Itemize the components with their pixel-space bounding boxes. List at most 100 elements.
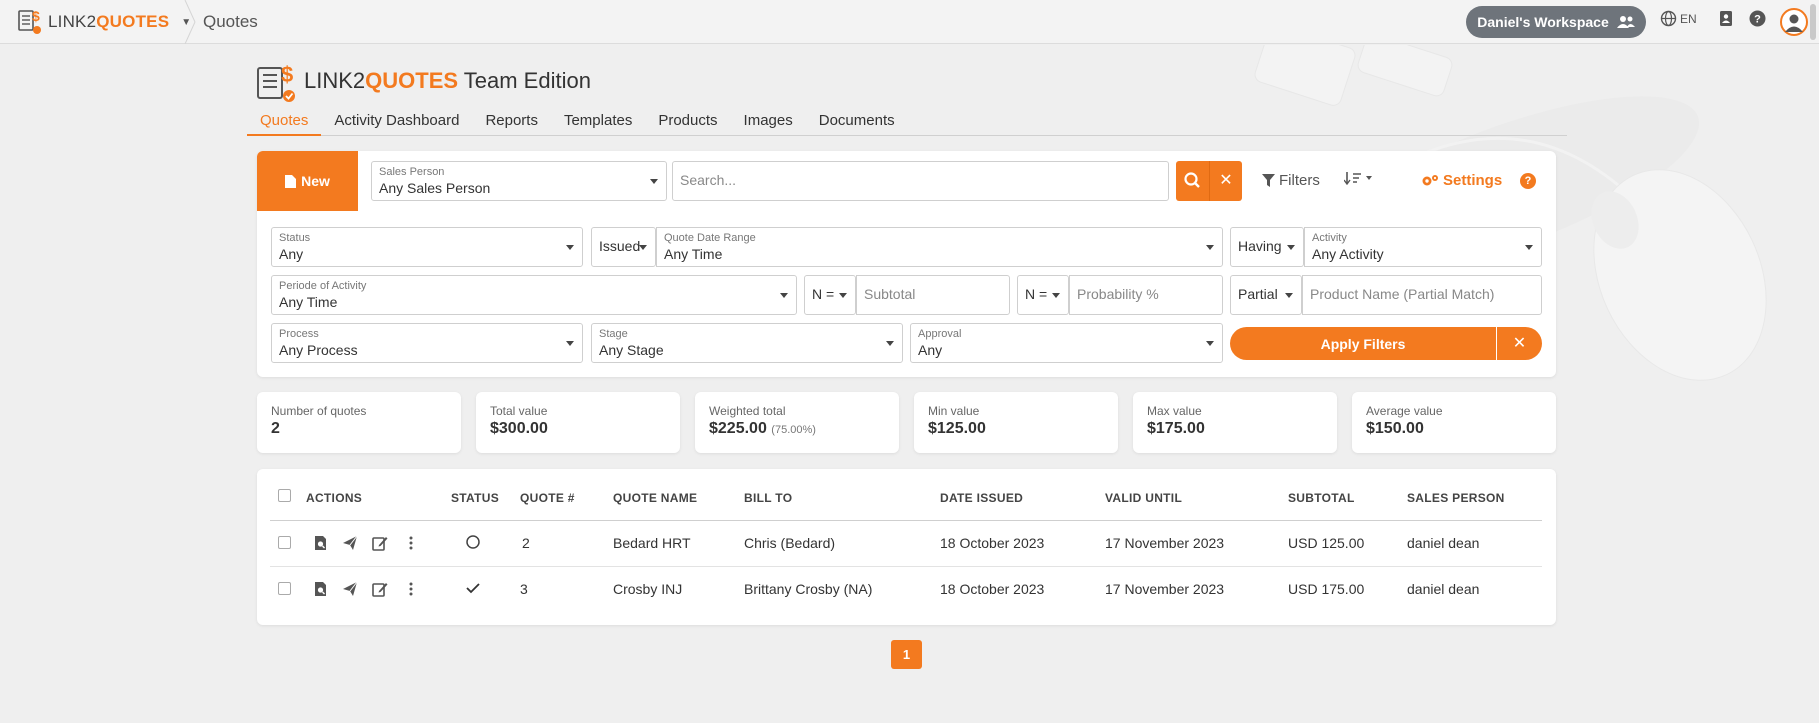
link2quotes-logo-icon: $ [18,8,41,34]
stat-label: Average value [1366,404,1443,418]
quote-date-value: Any Time [664,246,723,262]
help-icon[interactable]: ? [1749,10,1766,27]
issued-dropdown[interactable]: Issued [591,227,656,267]
process-label: Process [279,328,319,340]
user-avatar-icon[interactable] [1780,8,1808,36]
probability-operator-dropdown[interactable]: N = [1017,275,1069,315]
approval-value: Any [918,342,943,358]
globe-icon [1660,10,1677,27]
column-header-date-issued[interactable]: DATE ISSUED [940,491,1023,505]
more-vertical-icon[interactable] [403,581,419,597]
new-quote-button[interactable]: New [257,151,358,211]
issued-label: Issued [599,238,641,254]
product-name-input[interactable]: Product Name (Partial Match) [1302,275,1542,315]
pagination-page-1[interactable]: 1 [891,640,922,669]
close-icon: ✕ [1219,172,1233,189]
breadcrumb-separator [184,0,196,44]
tab-reports[interactable]: Reports [472,108,551,136]
probability-operator: N = [1025,286,1048,302]
caret-down-icon [639,245,647,250]
subtotal: USD 175.00 [1288,581,1365,597]
gears-icon [1422,175,1438,186]
sales-person: daniel dean [1407,581,1480,597]
sort-icon [1343,172,1372,186]
activity-select[interactable]: Activity Any Activity [1304,227,1542,267]
status-select[interactable]: Status Any [271,227,583,267]
subtotal-operator-dropdown[interactable]: N = [804,275,856,315]
having-dropdown[interactable]: Having [1230,227,1304,267]
stat-card-max-value: Max value $175.00 [1133,392,1337,453]
clear-filters-button[interactable]: ✕ [1497,327,1542,360]
date-issued: 18 October 2023 [940,581,1045,597]
partial-dropdown[interactable]: Partial [1230,275,1302,315]
contact-book-icon[interactable] [1719,10,1733,27]
stage-select[interactable]: Stage Any Stage [591,323,903,363]
period-value: Any Time [279,294,338,310]
new-label: New [301,173,330,189]
column-header-subtotal[interactable]: SUBTOTAL [1288,491,1355,505]
quote-name[interactable]: Bedard HRT [613,535,691,551]
row-checkbox[interactable] [278,536,291,549]
probability-input[interactable]: Probability % [1069,275,1223,315]
language-selector[interactable]: EN [1660,10,1697,27]
stat-value: $150.00 [1366,420,1424,437]
scrollbar[interactable] [1810,4,1816,40]
sales-person-label: Sales Person [379,166,445,178]
help-icon[interactable]: ? [1520,173,1536,189]
tab-templates[interactable]: Templates [551,108,645,136]
send-icon[interactable] [342,581,358,597]
stage-value: Any Stage [599,342,664,358]
process-select[interactable]: Process Any Process [271,323,583,363]
edit-icon[interactable] [372,581,388,597]
workspace-button[interactable]: Daniel's Workspace [1466,6,1646,38]
caret-down-icon [1052,293,1060,298]
column-header-valid-until[interactable]: VALID UNTIL [1105,491,1182,505]
select-all-checkbox[interactable] [278,489,291,502]
column-header-quote-number[interactable]: QUOTE # [520,491,575,505]
send-icon[interactable] [342,535,358,551]
more-vertical-icon[interactable] [403,535,419,551]
tab-activity-dashboard[interactable]: Activity Dashboard [321,108,472,136]
period-label: Periode of Activity [279,280,367,292]
column-header-status[interactable]: STATUS [451,491,499,505]
quote-date-range-select[interactable]: Quote Date Range Any Time [656,227,1223,267]
tab-documents[interactable]: Documents [806,108,908,136]
filters-toggle[interactable]: Filters [1262,172,1320,189]
search-button[interactable] [1176,161,1209,201]
status-checkmark-icon [466,583,480,594]
tab-quotes[interactable]: Quotes [247,108,322,136]
stat-label: Max value [1147,404,1202,418]
brand-name: LINK2QUOTES [48,12,170,31]
document-icon [285,174,297,188]
subtotal-placeholder: Subtotal [864,286,916,302]
column-header-quote-name[interactable]: QUOTE NAME [613,491,697,505]
brand-switcher[interactable]: $ LINK2QUOTES ▼ [18,8,191,36]
quote-name[interactable]: Crosby INJ [613,581,682,597]
column-header-bill-to[interactable]: BILL TO [744,491,792,505]
tab-products[interactable]: Products [645,108,730,136]
period-of-activity-select[interactable]: Periode of Activity Any Time [271,275,797,315]
preview-icon[interactable] [313,581,329,597]
sort-dropdown[interactable] [1343,171,1374,188]
breadcrumb-current[interactable]: Quotes [203,12,258,32]
settings-button[interactable]: Settings [1421,172,1502,189]
product-name-placeholder: Product Name (Partial Match) [1310,286,1495,302]
tab-images[interactable]: Images [731,108,806,136]
app-title: LINK2QUOTES Team Edition [304,68,591,93]
bill-to: Brittany Crosby (NA) [744,581,873,597]
sales-person-select[interactable]: Sales Person Any Sales Person [371,161,667,201]
filters-label: Filters [1279,172,1320,189]
svg-text:$: $ [281,62,293,87]
subtotal-input[interactable]: Subtotal [856,275,1010,315]
row-divider [270,566,1542,567]
approval-select[interactable]: Approval Any [910,323,1223,363]
stat-label: Min value [928,404,980,418]
row-checkbox[interactable] [278,582,291,595]
apply-filters-button[interactable]: Apply Filters [1230,327,1496,360]
edit-icon[interactable] [372,535,388,551]
clear-search-button[interactable]: ✕ [1209,161,1242,201]
stat-value: $225.00 (75.00%) [709,420,816,437]
preview-icon[interactable] [313,535,329,551]
search-input[interactable]: Search... [672,161,1169,201]
column-header-sales-person[interactable]: SALES PERSON [1407,491,1505,505]
